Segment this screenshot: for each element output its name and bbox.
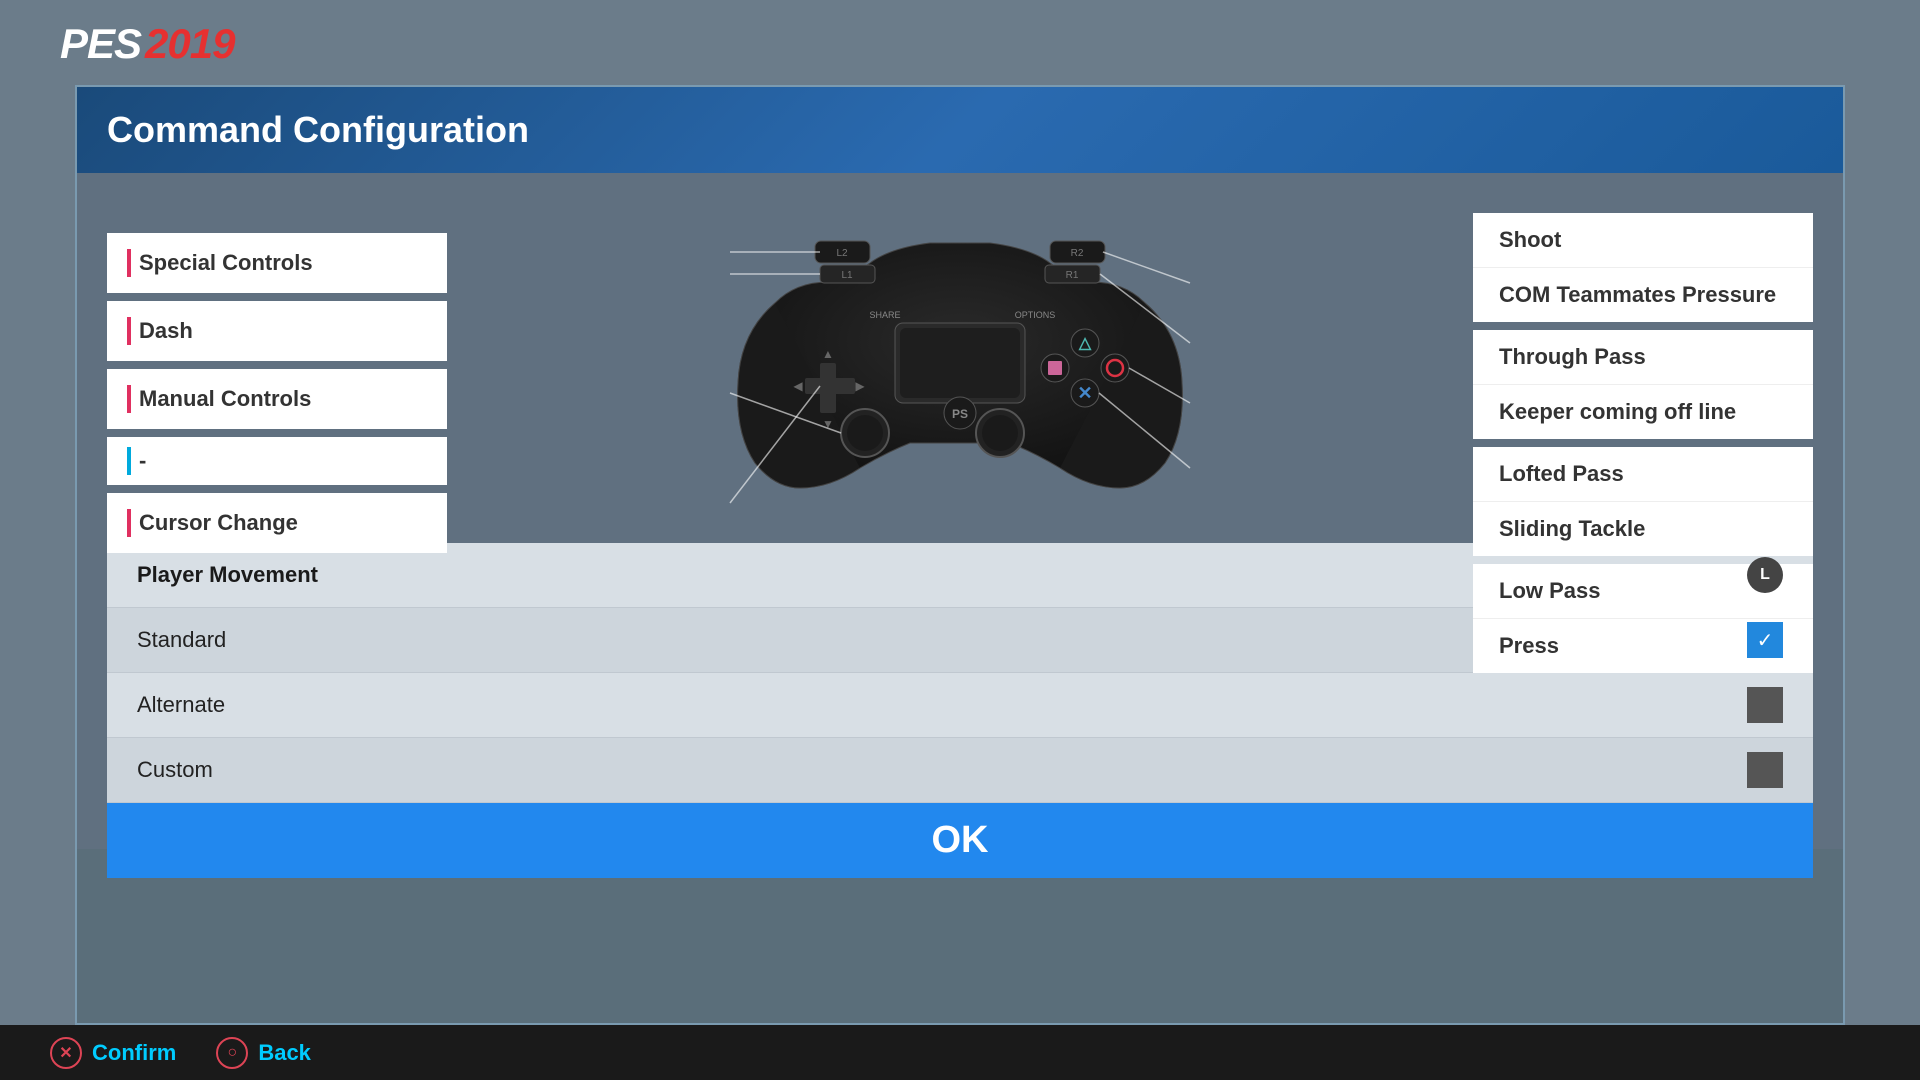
logo-year: 2019 (145, 20, 234, 68)
right-item-through-pass[interactable]: Through Pass (1473, 330, 1813, 385)
right-label-low-pass: Low Pass (1499, 578, 1600, 604)
player-movement-label: Player Movement (137, 562, 318, 588)
label-dash-text: Dash (139, 318, 193, 344)
indicator-red (127, 249, 131, 277)
indicator-red (127, 509, 131, 537)
logo: PES 2019 (60, 20, 234, 68)
right-label-com-pressure: COM Teammates Pressure (1499, 282, 1776, 308)
back-action[interactable]: ○ Back (216, 1037, 311, 1069)
controller-image: SHARE OPTIONS PS L2 R2 L1 R1 (720, 203, 1200, 523)
label-manual-controls-text: Manual Controls (139, 386, 311, 412)
circle-button-icon: ○ (216, 1037, 248, 1069)
label-special-controls-text: Special Controls (139, 250, 313, 276)
svg-text:◀: ◀ (793, 379, 803, 393)
label-cursor-change[interactable]: Cursor Change (107, 493, 447, 553)
list-row-alternate[interactable]: Alternate (107, 673, 1813, 738)
svg-text:▲: ▲ (822, 347, 834, 361)
label-special-controls[interactable]: Special Controls (107, 233, 447, 293)
right-group-2: Through Pass Keeper coming off line (1473, 330, 1813, 439)
label-dash-sub[interactable]: - (107, 437, 447, 485)
alternate-checkbox[interactable] (1747, 687, 1783, 723)
svg-text:△: △ (1078, 335, 1092, 352)
main-dialog: Command Configuration Special Controls D… (75, 85, 1845, 1025)
alternate-label: Alternate (137, 692, 225, 718)
right-label-lofted-pass: Lofted Pass (1499, 461, 1624, 487)
dialog-title: Command Configuration (107, 109, 529, 150)
right-label-sliding-tackle: Sliding Tackle (1499, 516, 1645, 542)
indicator-red (127, 317, 131, 345)
custom-label: Custom (137, 757, 213, 783)
standard-checkbox[interactable]: ✓ (1747, 622, 1783, 658)
svg-text:L2: L2 (836, 248, 848, 259)
right-label-keeper: Keeper coming off line (1499, 399, 1736, 425)
label-dash[interactable]: Dash (107, 301, 447, 361)
svg-text:PS: PS (952, 407, 968, 421)
svg-text:R1: R1 (1066, 270, 1079, 281)
right-label-through-pass: Through Pass (1499, 344, 1646, 370)
custom-checkbox[interactable] (1747, 752, 1783, 788)
controller-wrapper: SHARE OPTIONS PS L2 R2 L1 R1 (447, 203, 1473, 523)
indicator-red (127, 385, 131, 413)
right-group-1: Shoot COM Teammates Pressure (1473, 213, 1813, 322)
list-row-custom[interactable]: Custom (107, 738, 1813, 803)
label-dash-sub-text: - (139, 448, 146, 474)
label-manual-controls[interactable]: Manual Controls (107, 369, 447, 429)
dialog-content: Special Controls Dash Manual Controls - … (77, 173, 1843, 849)
confirm-action[interactable]: ✕ Confirm (50, 1037, 176, 1069)
ok-button[interactable]: OK (107, 803, 1813, 878)
left-labels: Special Controls Dash Manual Controls - … (107, 233, 447, 553)
svg-text:OPTIONS: OPTIONS (1015, 310, 1056, 320)
right-item-keeper[interactable]: Keeper coming off line (1473, 385, 1813, 439)
right-item-sliding-tackle[interactable]: Sliding Tackle (1473, 502, 1813, 556)
dialog-header: Command Configuration (77, 87, 1843, 173)
standard-label: Standard (137, 627, 226, 653)
confirm-label: Confirm (92, 1040, 176, 1066)
stick-icon-L: L (1747, 557, 1783, 593)
svg-text:✕: ✕ (1077, 383, 1092, 403)
indicator-blue (127, 447, 131, 475)
logo-pes: PES (60, 20, 141, 68)
controller-area: Special Controls Dash Manual Controls - … (107, 193, 1813, 543)
right-label-press: Press (1499, 633, 1559, 659)
right-item-com-pressure[interactable]: COM Teammates Pressure (1473, 268, 1813, 322)
cross-button-icon: ✕ (50, 1037, 82, 1069)
svg-text:▶: ▶ (855, 379, 865, 393)
svg-text:L1: L1 (841, 270, 853, 281)
right-item-lofted-pass[interactable]: Lofted Pass (1473, 447, 1813, 502)
bottom-bar: ✕ Confirm ○ Back (0, 1025, 1920, 1080)
right-label-shoot: Shoot (1499, 227, 1561, 253)
svg-text:SHARE: SHARE (869, 310, 900, 320)
right-labels: Shoot COM Teammates Pressure Through Pas… (1473, 213, 1813, 681)
back-label: Back (258, 1040, 311, 1066)
right-item-shoot[interactable]: Shoot (1473, 213, 1813, 268)
label-cursor-change-text: Cursor Change (139, 510, 298, 536)
svg-text:R2: R2 (1071, 248, 1084, 259)
right-group-3: Lofted Pass Sliding Tackle (1473, 447, 1813, 556)
